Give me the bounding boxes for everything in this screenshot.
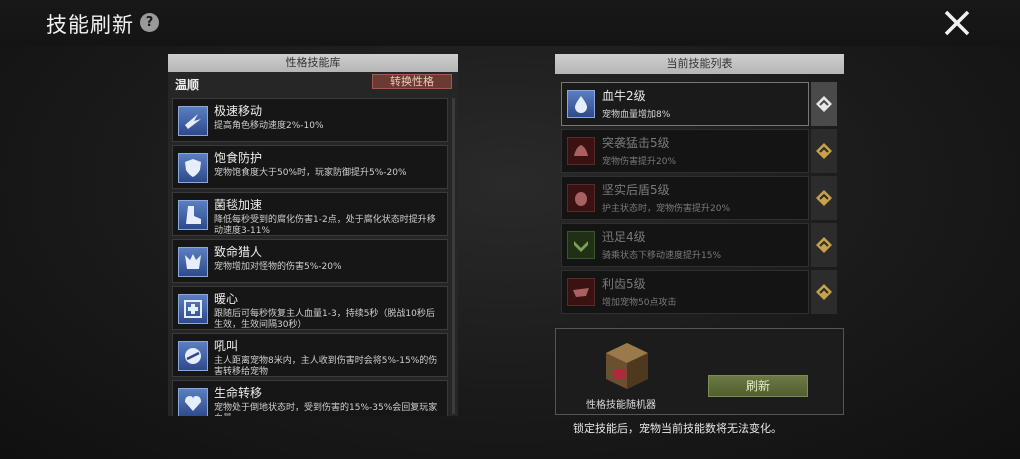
current-skill-item[interactable]: 血牛2级 宠物血量增加8% [561, 82, 837, 126]
current-skill-desc: 宠物伤害提升20% [602, 157, 677, 167]
list-item[interactable]: 菌毯加速 降低每秒受到的腐化伤害1-2点，处于腐化状态时提升移动速度3-11% [172, 192, 448, 236]
current-skill-name: 突袭猛击5级 [602, 136, 670, 150]
current-skill-desc: 护主状态时，宠物伤害提升20% [602, 204, 731, 214]
skill-list-scrollbar[interactable] [452, 98, 455, 414]
skill-name: 菌毯加速 [214, 198, 263, 212]
skill-desc: 降低每秒受到的腐化伤害1-2点，处于腐化状态时提升移动速度3-11% [214, 215, 436, 236]
fang-icon [567, 278, 595, 306]
lock-note-text: 锁定技能后，宠物当前技能数将无法变化。 [573, 422, 782, 435]
lock-diamond-icon [816, 237, 832, 253]
list-item[interactable]: 致命猎人 宠物增加对怪物的伤害5%-20% [172, 239, 448, 283]
hunter-icon [178, 247, 208, 277]
trait-name: 温顺 [175, 78, 200, 92]
life-transfer-icon [178, 388, 208, 416]
speed-wing-icon [178, 106, 208, 136]
list-item[interactable]: 生命转移 宠物处于倒地状态时，受到伤害的15%-35%会回复玩家血量 [172, 380, 448, 416]
lock-toggle-button[interactable] [811, 82, 837, 126]
help-icon[interactable]: ? [140, 13, 159, 32]
current-skill-desc: 骑乘状态下移动速度提升15% [602, 251, 722, 261]
skill-desc: 提高角色移动速度2%-10% [214, 121, 324, 131]
trait-row: 温顺 转换性格 [168, 72, 458, 94]
skill-desc: 宠物处于倒地状态时，受到伤害的15%-35%会回复玩家血量 [214, 403, 438, 416]
lock-toggle-button[interactable] [811, 176, 837, 220]
skill-name: 极速移动 [214, 104, 263, 118]
page-title: 技能刷新 [46, 13, 134, 37]
lock-toggle-button[interactable] [811, 223, 837, 267]
skill-desc: 宠物增加对怪物的伤害5%-20% [214, 262, 342, 272]
lock-toggle-button[interactable] [811, 270, 837, 314]
top-bar: 技能刷新 ? [0, 0, 1020, 46]
trait-skill-list[interactable]: 极速移动 提高角色移动速度2%-10% 饱食防护 宠物饱食度大于50%时，玩家防… [172, 98, 448, 416]
skill-name: 生命转移 [214, 386, 263, 400]
skill-name: 吼叫 [214, 339, 239, 353]
current-skill-body[interactable]: 血牛2级 宠物血量增加8% [561, 82, 809, 126]
close-icon[interactable] [942, 8, 972, 38]
skill-desc: 跟随后可每秒恢复主人血量1-3，持续5秒（脱战10秒后生效，生效间隔30秒） [214, 309, 435, 330]
randomizer-panel: 性格技能随机器 刷新 [555, 328, 844, 415]
current-skill-name: 迅足4级 [602, 230, 646, 244]
lock-diamond-icon [816, 284, 832, 300]
trait-library-title: 性格技能库 [168, 54, 458, 72]
skill-desc: 主人距离宠物8米内，主人收到伤害时会将5%-15%的伤害转移给宠物 [214, 356, 438, 377]
lock-diamond-icon [816, 190, 832, 206]
current-skill-item[interactable]: 突袭猛击5级 宠物伤害提升20% [561, 129, 837, 173]
current-skills-title: 当前技能列表 [555, 54, 844, 74]
list-item[interactable]: 饱食防护 宠物饱食度大于50%时，玩家防御提升5%-20% [172, 145, 448, 189]
claw-icon [567, 137, 595, 165]
blood-drop-icon [567, 90, 595, 118]
beetle-icon [567, 184, 595, 212]
skill-name: 饱食防护 [214, 151, 263, 165]
list-item[interactable]: 吼叫 主人距离宠物8米内，主人收到伤害时会将5%-15%的伤害转移给宠物 [172, 333, 448, 377]
current-skill-desc: 宠物血量增加8% [602, 110, 671, 120]
shield-icon [178, 153, 208, 183]
skill-desc: 宠物饱食度大于50%时，玩家防御提升5%-20% [214, 168, 407, 178]
roar-icon [178, 341, 208, 371]
skill-name: 暖心 [214, 292, 239, 306]
lock-toggle-button[interactable] [811, 129, 837, 173]
lock-diamond-icon [816, 143, 832, 159]
current-skill-item[interactable]: 坚实后盾5级 护主状态时，宠物伤害提升20% [561, 176, 837, 220]
current-skill-item[interactable]: 利齿5级 增加宠物50点攻击 [561, 270, 837, 314]
refresh-button[interactable]: 刷新 [708, 375, 808, 397]
trait-skill-library-panel: 性格技能库 温顺 转换性格 极速移动 提高角色移动速度2%-10% 饱食防护 宠… [168, 54, 458, 416]
current-skill-body[interactable]: 迅足4级 骑乘状态下移动速度提升15% [561, 223, 809, 267]
current-skill-list: 血牛2级 宠物血量增加8% 突袭猛击5级 宠物伤害提升20% 坚实后盾5级 护主… [561, 82, 837, 317]
current-skill-item[interactable]: 迅足4级 骑乘状态下移动速度提升15% [561, 223, 837, 267]
boot-icon [178, 200, 208, 230]
switch-trait-button[interactable]: 转换性格 [372, 74, 452, 89]
heal-cross-icon [178, 294, 208, 324]
skill-name: 致命猎人 [214, 245, 263, 259]
list-item[interactable]: 暖心 跟随后可每秒恢复主人血量1-3，持续5秒（脱战10秒后生效，生效间隔30秒… [172, 286, 448, 330]
current-skill-body[interactable]: 突袭猛击5级 宠物伤害提升20% [561, 129, 809, 173]
current-skill-desc: 增加宠物50点攻击 [602, 298, 677, 308]
randomizer-cube-icon[interactable] [600, 339, 654, 393]
current-skill-name: 利齿5级 [602, 277, 646, 291]
lock-diamond-icon [816, 96, 832, 112]
swift-foot-icon [567, 231, 595, 259]
randomizer-label: 性格技能随机器 [586, 400, 656, 411]
current-skill-body[interactable]: 坚实后盾5级 护主状态时，宠物伤害提升20% [561, 176, 809, 220]
list-item[interactable]: 极速移动 提高角色移动速度2%-10% [172, 98, 448, 142]
current-skill-name: 血牛2级 [602, 89, 646, 103]
current-skill-body[interactable]: 利齿5级 增加宠物50点攻击 [561, 270, 809, 314]
current-skill-name: 坚实后盾5级 [602, 183, 670, 197]
